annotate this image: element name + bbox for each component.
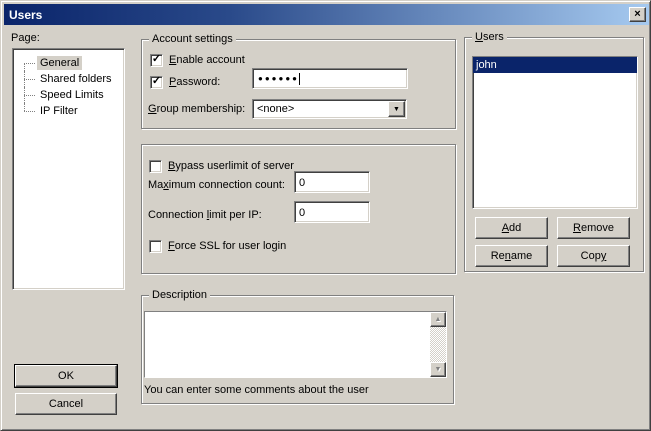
label-part: emove: [581, 222, 614, 234]
check-icon: ✓: [152, 54, 161, 65]
description-group-title: Description: [149, 289, 210, 302]
label-part: ypass userlimit of server: [175, 160, 294, 172]
add-button[interactable]: Add: [475, 217, 548, 239]
button-label: Copy: [581, 250, 607, 262]
description-caption: You can enter some comments about the us…: [144, 384, 369, 396]
enable-account-checkbox-row[interactable]: ✓ Enable account: [150, 53, 245, 67]
description-scrollbar[interactable]: ▲ ▼: [430, 312, 446, 377]
page-tree: General Shared folders Speed Limits IP F…: [12, 48, 125, 290]
tree-item-label: General: [37, 56, 82, 70]
label-part: F: [168, 240, 175, 252]
cancel-button[interactable]: Cancel: [15, 393, 117, 415]
label-part: nable account: [176, 54, 245, 66]
label-part: U: [475, 31, 483, 43]
connection-limits-group: Bypass userlimit of server Maximum conne…: [141, 144, 456, 274]
scroll-up-button[interactable]: ▲: [430, 312, 446, 327]
window-title: Users: [9, 8, 42, 22]
label-part: orce SSL for user login: [175, 240, 286, 252]
password-label: Password:: [169, 76, 220, 88]
group-membership-label: Group membership:: [148, 103, 245, 115]
tree-item-ip-filter[interactable]: IP Filter: [15, 103, 81, 119]
tree-connector: [15, 71, 37, 87]
connection-per-ip-input[interactable]: [294, 201, 370, 223]
force-ssl-label: Force SSL for user login: [168, 240, 286, 252]
tree-connector: [15, 87, 37, 103]
label-part: imum connection count:: [169, 179, 285, 191]
password-checkbox-row[interactable]: ✓ Password:: [150, 75, 220, 89]
bypass-userlimit-label: Bypass userlimit of server: [168, 160, 294, 172]
button-label: Remove: [573, 222, 614, 234]
description-group: Description ▲ ▼ You can enter some comme…: [141, 295, 454, 404]
close-button[interactable]: ×: [629, 7, 646, 22]
label-part: assword:: [176, 76, 220, 88]
scroll-up-icon: ▲: [435, 316, 442, 323]
scroll-down-button[interactable]: ▼: [430, 362, 446, 377]
text-caret: [299, 73, 300, 85]
max-connection-input[interactable]: [294, 171, 370, 193]
tree-item-label: Shared folders: [37, 72, 115, 86]
tree-item-shared-folders[interactable]: Shared folders: [15, 71, 115, 87]
description-text[interactable]: [145, 312, 430, 377]
password-checkbox[interactable]: ✓: [150, 76, 163, 89]
group-membership-value: <none>: [257, 102, 294, 116]
list-item-john[interactable]: john: [473, 57, 637, 73]
bypass-userlimit-checkbox[interactable]: [149, 160, 162, 173]
tree-connector: [15, 55, 37, 71]
chevron-down-icon: ▼: [393, 106, 400, 113]
label-part: ame: [511, 250, 532, 262]
label-part: imit per IP:: [209, 209, 262, 221]
remove-button[interactable]: Remove: [557, 217, 630, 239]
users-dialog: Users × Page: General Shared folders Spe…: [0, 0, 651, 431]
label-part: G: [148, 103, 157, 115]
label-part: A: [502, 222, 509, 234]
tree-item-label: Speed Limits: [37, 88, 107, 102]
label-part: dd: [509, 222, 521, 234]
password-input[interactable]: ●●●●●●: [252, 68, 408, 89]
max-connection-label: Maximum connection count:: [148, 179, 285, 191]
label-part: roup membership:: [157, 103, 246, 115]
copy-button[interactable]: Copy: [557, 245, 630, 267]
tree-item-label: IP Filter: [37, 104, 81, 118]
description-textarea[interactable]: ▲ ▼: [144, 311, 447, 378]
label-part: R: [573, 222, 581, 234]
bypass-userlimit-checkbox-row[interactable]: Bypass userlimit of server: [149, 159, 294, 173]
button-label: Rename: [491, 250, 533, 262]
force-ssl-checkbox-row[interactable]: Force SSL for user login: [149, 239, 286, 253]
label-part: y: [601, 250, 607, 262]
force-ssl-checkbox[interactable]: [149, 240, 162, 253]
users-group-title: Users: [472, 31, 507, 44]
connection-per-ip-label: Connection limit per IP:: [148, 209, 262, 221]
password-value: ●●●●●●: [258, 74, 299, 84]
tree-item-general[interactable]: General: [15, 55, 82, 71]
scroll-down-icon: ▼: [435, 366, 442, 373]
button-label: Add: [502, 222, 522, 234]
rename-button[interactable]: Rename: [475, 245, 548, 267]
users-group: Users john Add Remove Rename Copy: [464, 37, 644, 272]
group-membership-dropdown-button[interactable]: ▼: [388, 101, 405, 117]
tree-connector: [15, 103, 37, 119]
account-settings-group-title: Account settings: [149, 33, 236, 46]
label-part: Re: [491, 250, 505, 262]
enable-account-checkbox[interactable]: ✓: [150, 54, 163, 67]
titlebar[interactable]: Users ×: [4, 4, 649, 25]
check-icon: ✓: [152, 76, 161, 87]
page-label: Page:: [11, 32, 40, 44]
ok-button[interactable]: OK: [15, 365, 117, 387]
close-icon: ×: [634, 9, 640, 20]
label-part: Cop: [581, 250, 601, 262]
users-list: john: [472, 56, 638, 209]
label-part: sers: [483, 31, 504, 43]
group-membership-select[interactable]: <none> ▼: [252, 99, 407, 119]
account-settings-group: Account settings ✓ Enable account ✓ Pass…: [141, 39, 456, 129]
label-part: Ma: [148, 179, 163, 191]
tree-item-speed-limits[interactable]: Speed Limits: [15, 87, 107, 103]
label-part: Connection: [148, 209, 207, 221]
enable-account-label: Enable account: [169, 54, 245, 66]
